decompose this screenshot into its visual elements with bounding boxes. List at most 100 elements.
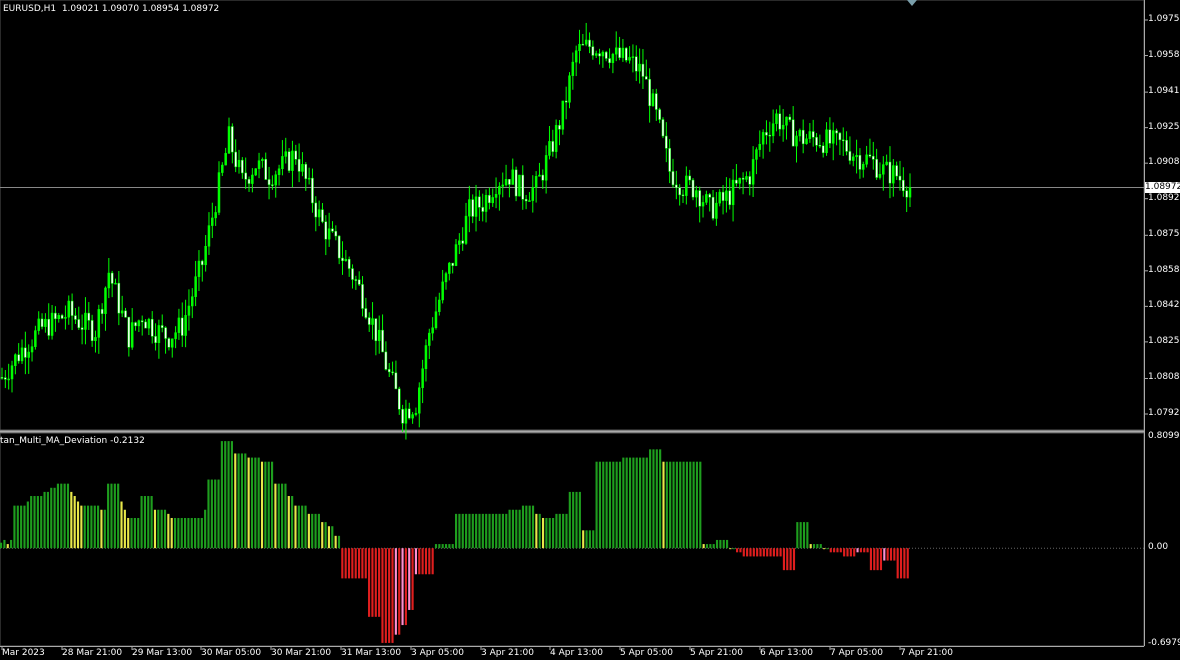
deviation-bar [210, 479, 213, 549]
candle-body [90, 320, 94, 341]
candle-body [7, 378, 10, 381]
candle-body [401, 409, 404, 424]
deviation-bar [234, 453, 237, 549]
candle-body [755, 149, 758, 160]
candle-body [284, 151, 287, 157]
current-price-tag: 1.08972 [1145, 182, 1180, 193]
time-label: 4 Apr 13:00 [550, 648, 603, 658]
chart-window[interactable]: EURUSD,H1 1.09021 1.09070 1.08954 1.0897… [0, 0, 1180, 660]
deviation-bar [391, 548, 394, 643]
candle-body [4, 377, 7, 380]
deviation-bar [270, 461, 274, 549]
deviation-bar [455, 513, 458, 549]
candle-body [528, 200, 531, 202]
candle-body [134, 322, 137, 327]
deviation-bar [759, 548, 762, 557]
deviation-bar [123, 509, 126, 549]
candle-body [551, 141, 555, 152]
candle-body [671, 171, 675, 186]
deviation-bar [458, 513, 461, 549]
candle-body [174, 332, 177, 340]
deviation-bar [63, 483, 66, 549]
deviation-bar [321, 522, 324, 549]
deviation-bar [80, 505, 83, 549]
candle-body [668, 148, 671, 172]
deviation-bar [150, 496, 153, 549]
candle-body [47, 318, 50, 336]
candle-body [554, 125, 558, 152]
candle-body [441, 281, 444, 301]
deviation-bar [689, 461, 692, 549]
candle-body [244, 172, 247, 180]
deviation-bar [93, 505, 96, 549]
deviation-bar [732, 548, 735, 550]
deviation-bar [501, 513, 504, 549]
deviation-bar [117, 483, 120, 549]
candle-body [177, 317, 181, 333]
candle-body [54, 312, 57, 320]
candle-body [818, 145, 822, 147]
deviation-bar [347, 548, 351, 579]
candle-body [645, 76, 648, 80]
deviation-bar [876, 548, 879, 571]
deviation-bar [120, 501, 123, 549]
deviation-bar [297, 505, 300, 549]
candle-body [221, 164, 224, 173]
candle-body [44, 318, 47, 327]
candle-body [294, 150, 298, 160]
chart-canvas[interactable] [0, 0, 1180, 660]
candle-body [70, 300, 74, 316]
deviation-bar [434, 544, 438, 549]
deviation-bar [468, 513, 471, 549]
deviation-bar [357, 548, 361, 579]
candle-body [391, 371, 394, 374]
deviation-bar [856, 548, 859, 553]
candle-body [167, 338, 171, 348]
deviation-bar [649, 449, 652, 549]
deviation-bar [204, 509, 207, 549]
candle-body [387, 369, 391, 373]
candle-body [875, 159, 878, 178]
indicator-scale-label: 0.00 [1148, 542, 1169, 553]
deviation-bar [545, 517, 548, 549]
candle-body [157, 325, 161, 343]
deviation-bar [725, 539, 729, 549]
deviation-bar [893, 548, 896, 561]
deviation-bar [244, 453, 247, 549]
candle-body [50, 312, 54, 336]
candle-body [885, 161, 888, 165]
deviation-bar [341, 548, 344, 579]
deviation-bar [789, 548, 792, 571]
candle-body [154, 336, 157, 343]
deviation-bar [173, 517, 177, 549]
deviation-bar [535, 513, 538, 549]
candle-body [611, 53, 615, 64]
deviation-bar [160, 509, 163, 549]
candle-body [331, 228, 334, 232]
deviation-bar [515, 509, 518, 549]
deviation-bar [461, 513, 464, 549]
candle-body [434, 311, 438, 328]
candle-body [281, 156, 284, 170]
deviation-bar [485, 513, 488, 549]
deviation-bar [746, 548, 749, 557]
deviation-bar [749, 548, 752, 557]
deviation-bar [140, 496, 143, 549]
candle-body [872, 155, 875, 160]
deviation-bar [190, 517, 193, 549]
deviation-bar [311, 513, 314, 549]
deviation-bar [712, 544, 715, 549]
deviation-bar [364, 548, 367, 579]
deviation-bar [572, 491, 575, 549]
deviation-bar [217, 479, 220, 549]
candle-body [428, 332, 431, 346]
candle-body [321, 209, 324, 222]
candle-body [568, 75, 571, 103]
candle-body [364, 308, 368, 318]
candle-body [795, 135, 798, 147]
candle-body [171, 338, 174, 348]
candle-body [291, 150, 294, 171]
candle-body [618, 47, 621, 58]
candle-body [80, 327, 84, 330]
deviation-bar [562, 513, 565, 549]
